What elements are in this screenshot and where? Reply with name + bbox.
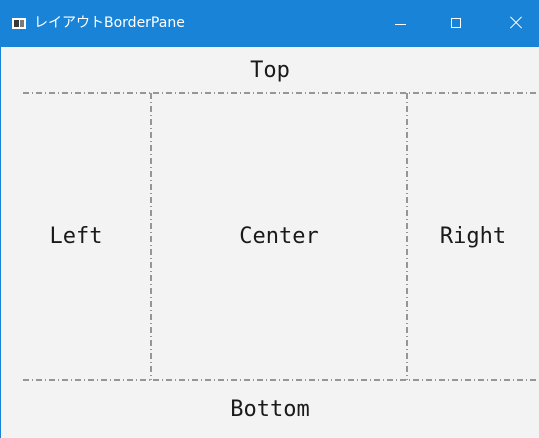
close-icon (510, 17, 522, 29)
right-region: Right (407, 93, 539, 380)
minimize-button[interactable] (378, 0, 424, 47)
maximize-icon (451, 18, 461, 28)
window-title: レイアウトBorderPane (34, 15, 185, 31)
minimize-icon (395, 24, 406, 25)
bottom-label: Bottom (230, 396, 310, 422)
left-label: Left (49, 224, 103, 249)
left-region: Left (1, 93, 151, 380)
top-region: Top (1, 47, 539, 93)
app-window: レイアウトBorderPane Top Left Center Right Bo… (0, 0, 539, 438)
bottom-region: Bottom (1, 380, 539, 438)
top-label: Top (250, 57, 290, 83)
maximize-button[interactable] (433, 0, 479, 47)
center-region: Center (151, 93, 407, 380)
center-label: Center (239, 224, 319, 249)
close-button[interactable] (493, 0, 539, 47)
title-bar[interactable]: レイアウトBorderPane (1, 0, 539, 47)
right-label: Right (439, 224, 507, 249)
app-icon[interactable] (12, 18, 26, 29)
